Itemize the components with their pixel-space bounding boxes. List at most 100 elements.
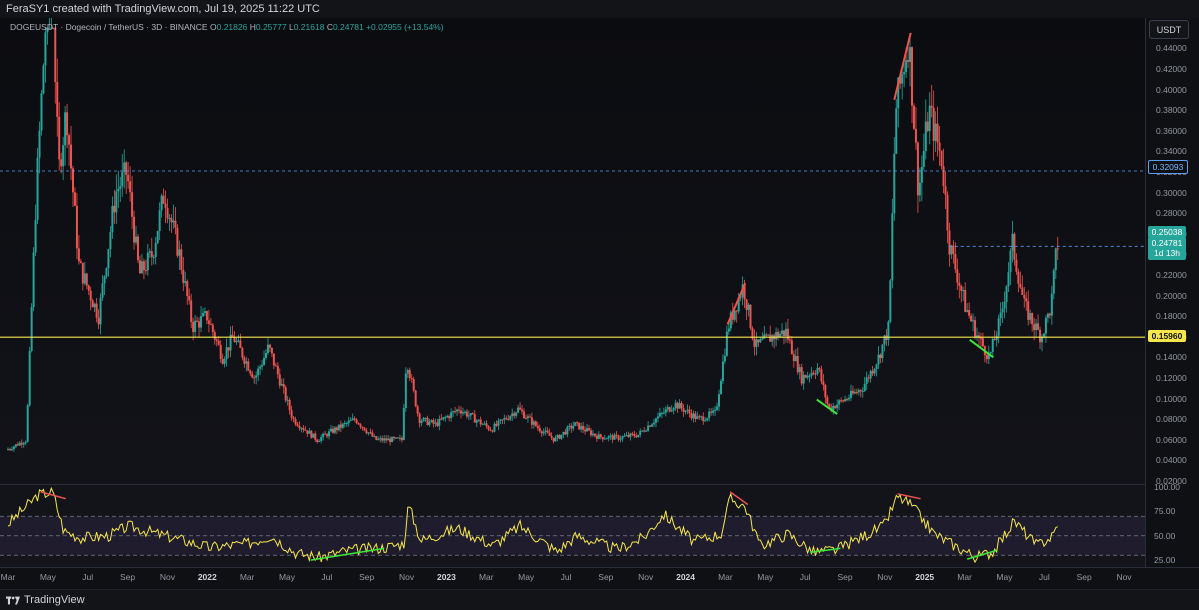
- candle-up: [428, 421, 431, 425]
- candle-down: [546, 430, 549, 433]
- candle-down: [936, 123, 939, 143]
- candle-up: [656, 416, 659, 419]
- price-tick-label: 0.08000: [1156, 414, 1187, 425]
- candle-down: [948, 230, 951, 255]
- candle-up: [901, 74, 904, 84]
- candle-down: [1037, 323, 1040, 330]
- bullish-trendline[interactable]: [969, 339, 995, 359]
- candle-up: [377, 439, 380, 441]
- candle-down: [1017, 271, 1020, 284]
- candle-down: [635, 436, 638, 438]
- candle-down: [993, 338, 996, 341]
- candle-down: [249, 370, 252, 374]
- candle-up: [670, 410, 673, 412]
- candle-down: [284, 387, 287, 401]
- candle-down: [855, 392, 858, 394]
- candle-up: [810, 372, 813, 376]
- candle-down: [302, 428, 305, 430]
- candle-up: [875, 364, 878, 369]
- candle-up: [347, 420, 350, 424]
- candle-down: [926, 121, 929, 131]
- candle-down: [211, 324, 214, 333]
- candle-up: [651, 424, 654, 427]
- candle-down: [142, 261, 145, 271]
- candle-down: [113, 205, 116, 213]
- candle-down: [576, 422, 579, 424]
- candle-up: [266, 344, 269, 354]
- close-value: 0.24781: [332, 22, 364, 32]
- candle-down: [68, 135, 71, 145]
- candle-up: [849, 390, 852, 398]
- candle-down: [54, 27, 57, 83]
- candle-up: [109, 232, 112, 250]
- candle-up: [257, 368, 260, 376]
- candle-up: [308, 430, 311, 434]
- candle-up: [808, 375, 811, 377]
- candle-up: [446, 416, 449, 418]
- candle-down: [912, 105, 915, 129]
- currency-button[interactable]: USDT: [1149, 20, 1189, 39]
- candle-up: [869, 371, 872, 379]
- candle-up: [121, 172, 124, 187]
- time-tick-label: Sep: [120, 572, 136, 582]
- price-chart[interactable]: [0, 18, 1145, 484]
- candle-down: [507, 419, 510, 421]
- candle-up: [928, 105, 931, 131]
- candle-up: [847, 397, 850, 400]
- candle-down: [292, 417, 295, 420]
- candle-up: [101, 283, 104, 298]
- candle-down: [643, 430, 646, 432]
- price-tick-label: 0.20000: [1156, 290, 1187, 301]
- candle-down: [631, 433, 634, 435]
- time-tick-label: Jul: [82, 572, 94, 582]
- candle-down: [968, 310, 971, 316]
- candle-up: [909, 47, 912, 63]
- candle-up: [450, 412, 453, 419]
- candle-up: [24, 441, 27, 444]
- candle-down: [339, 424, 342, 428]
- candle-up: [761, 338, 764, 340]
- candle-up: [387, 438, 390, 441]
- candle-up: [997, 318, 1000, 336]
- candle-up: [467, 415, 470, 417]
- candle-down: [458, 409, 461, 411]
- price-tick-label: 0.28000: [1156, 208, 1187, 219]
- last-price-value: 0.24781: [1151, 238, 1183, 248]
- candle-down: [75, 205, 78, 249]
- low-value: 0.21618: [293, 22, 325, 32]
- candle-up: [119, 186, 122, 189]
- candle-down: [753, 338, 756, 347]
- candle-up: [972, 320, 975, 322]
- candle-up: [664, 409, 667, 413]
- candle-down: [960, 285, 963, 291]
- candle-down: [558, 435, 561, 439]
- candle-down: [310, 430, 313, 438]
- candle-down: [162, 195, 165, 204]
- candle-down: [627, 434, 630, 437]
- candle-up: [775, 332, 778, 340]
- candle-up: [950, 245, 953, 255]
- candle-up: [717, 394, 720, 407]
- candle-up: [265, 353, 268, 358]
- candle-up: [469, 413, 472, 416]
- price-axis[interactable]: [1145, 18, 1199, 589]
- candle-down: [219, 344, 222, 359]
- candle-down: [485, 423, 488, 427]
- candle-down: [363, 427, 366, 431]
- candle-down: [932, 107, 935, 141]
- candle-up: [367, 432, 370, 434]
- rsi-pane[interactable]: [0, 485, 1145, 567]
- candle-down: [702, 416, 705, 422]
- candle-down: [459, 410, 462, 414]
- candle-down: [777, 332, 780, 338]
- candle-up: [666, 407, 669, 410]
- bearish-divergence[interactable]: [729, 491, 749, 506]
- candle-up: [111, 205, 114, 233]
- rsi-tick-label: 75.00: [1154, 506, 1176, 517]
- candle-down: [487, 426, 490, 430]
- candle-up: [28, 351, 31, 406]
- candle-down: [87, 285, 90, 291]
- rsi-chart[interactable]: [0, 485, 1145, 567]
- candle-up: [934, 123, 937, 141]
- candle-down: [505, 418, 508, 420]
